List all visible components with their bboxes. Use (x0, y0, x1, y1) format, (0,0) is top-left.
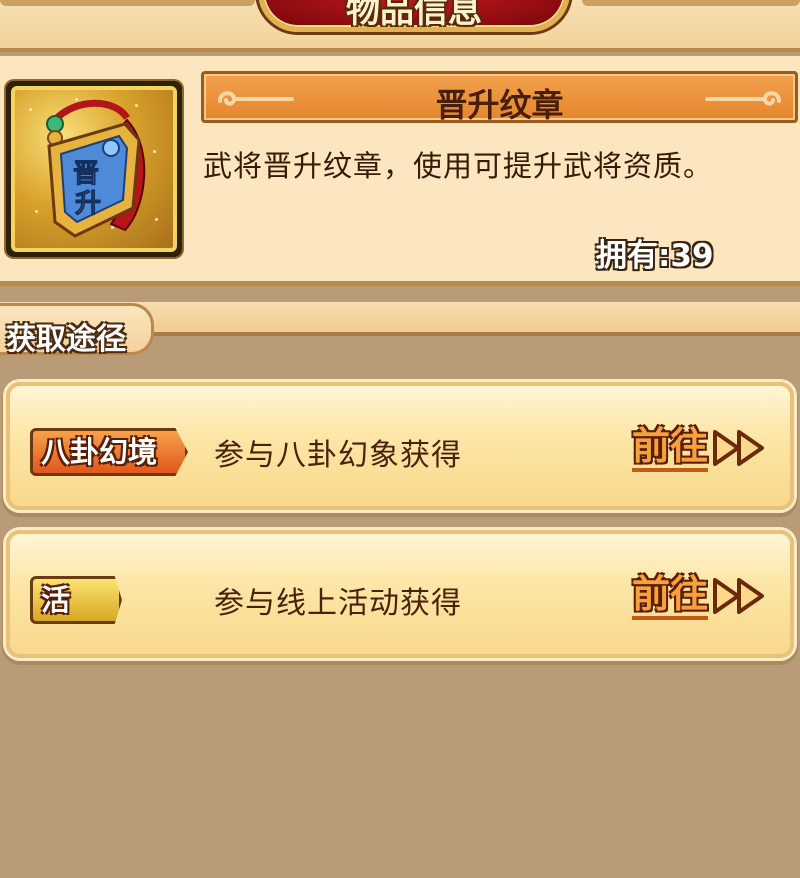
top-rail-right (582, 0, 800, 6)
double-arrow-right-icon (713, 430, 765, 466)
goto-label: 前往 (632, 424, 709, 472)
badge-glyph-1: 晋 (73, 159, 99, 189)
top-rail-left (0, 0, 255, 6)
section-title: 获取途径 (6, 322, 126, 357)
source-tag: 活动 (30, 576, 122, 624)
source-row: 活动 参与线上活动获得 前往 (6, 530, 794, 658)
owned-value: 39 (670, 238, 714, 274)
page-title: 物品信息 (346, 0, 482, 31)
owned-count: 拥有:39 (596, 230, 796, 275)
source-description: 参与八卦幻象获得 (214, 438, 462, 473)
source-description: 参与线上活动获得 (214, 586, 462, 621)
item-description: 武将晋升纹章，使用可提升武将资质。 (203, 149, 714, 183)
item-icon-frame[interactable]: 晋 升 (6, 81, 182, 257)
goto-button[interactable]: 前往 (632, 420, 782, 476)
item-name-banner: 晋升纹章 (201, 71, 798, 124)
goto-label: 前往 (632, 572, 709, 620)
owned-label: 拥有: (596, 238, 671, 274)
source-row: 八卦幻境 参与八卦幻象获得 前往 (6, 382, 794, 510)
title-plaque: 物品信息 (258, 0, 570, 32)
source-tag: 八卦幻境 (30, 428, 188, 476)
goto-button[interactable]: 前往 (632, 568, 782, 624)
double-arrow-right-icon (713, 578, 765, 614)
cloud-ornament-right-icon (705, 91, 781, 106)
promotion-badge-icon: 晋 升 (11, 86, 177, 252)
section-tab-sources: 获取途径 (0, 303, 154, 357)
badge-glyph-2: 升 (75, 189, 101, 219)
